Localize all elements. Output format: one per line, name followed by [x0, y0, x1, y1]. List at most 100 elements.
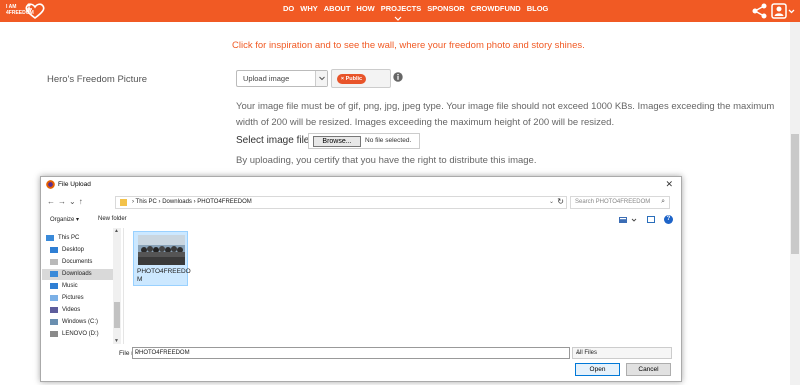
inspiration-link[interactable]: Click for inspiration and to see the wal… [232, 40, 585, 51]
nav-item-label: Music [62, 283, 78, 289]
info-icon[interactable] [393, 72, 403, 82]
file-item[interactable]: PHOTO4FREEDO M [133, 231, 191, 286]
chevron-down-icon[interactable]: ⌄ [135, 349, 566, 356]
nav-item-label: Windows (C:) [62, 319, 99, 325]
nav-item-downloads[interactable]: Downloads [42, 269, 114, 280]
chevron-down-icon[interactable]: ⌄ [576, 349, 668, 356]
nav-about[interactable]: ABOUT [324, 4, 351, 16]
refresh-icon[interactable]: ↻ [557, 197, 564, 206]
nav-sponsor[interactable]: SPONSOR [427, 4, 465, 16]
nav-item-documents[interactable]: Documents [42, 257, 114, 268]
file-requirements-text: Your image file must be of gif, png, jpg… [236, 101, 775, 128]
nav-item-lenovo-d[interactable]: LENOVO (D:) [42, 329, 114, 340]
back-arrow-icon[interactable]: ← [47, 197, 58, 206]
page-scrollbar[interactable] [790, 22, 800, 385]
help-icon[interactable]: ? [664, 215, 673, 224]
upload-type-select[interactable]: Upload image [236, 70, 328, 87]
downloads-icon [50, 271, 58, 277]
site-logo[interactable]: I AM 4FREEDOM [3, 2, 47, 19]
browse-button[interactable]: Browse... [313, 136, 361, 147]
nav-crowdfund[interactable]: CROWDFUND [471, 4, 521, 16]
search-placeholder: Search PHOTO4FREEDOM [575, 199, 651, 205]
certify-text: By uploading, you certify that you have … [236, 155, 537, 166]
close-icon[interactable]: ✕ [665, 179, 673, 190]
chevron-down-icon[interactable]: ⌄ [549, 198, 554, 205]
file-list-pane: PHOTO4FREEDO M [123, 228, 681, 344]
nav-item-videos[interactable]: Videos [42, 305, 114, 316]
nav-blog[interactable]: BLOG [527, 4, 549, 16]
navigation-scrollbar[interactable]: ▲ ▼ [113, 228, 121, 344]
logo-text: I AM 4FREEDOM [6, 4, 34, 16]
firefox-icon [46, 180, 55, 189]
pc-icon [46, 235, 54, 241]
upload-select-value: Upload image [243, 74, 290, 83]
nav-buttons: ←→⌄↑ [47, 197, 86, 206]
drive-icon [50, 331, 58, 337]
nav-item-label: Downloads [62, 271, 92, 277]
drive-icon [50, 319, 58, 325]
nav-item-windows-c[interactable]: Windows (C:) [42, 317, 114, 328]
public-badge[interactable]: × Public [337, 74, 366, 84]
up-arrow-icon[interactable]: ↑ [79, 197, 86, 206]
scroll-up-icon[interactable]: ▲ [114, 228, 119, 234]
address-bar[interactable]: › This PC › Downloads › PHOTO4FREEDOM ⌄ … [115, 196, 567, 209]
open-button[interactable]: Open [575, 363, 620, 376]
photo-thumbnail [138, 235, 185, 265]
chevron-down-icon [319, 76, 325, 81]
music-icon [50, 283, 58, 289]
file-name-input[interactable]: PHOTO4FREEDOM ⌄ [132, 347, 570, 359]
main-nav: DO WHY ABOUT HOW PROJECTS SPONSOR CROWDF… [283, 4, 548, 16]
documents-icon [50, 259, 58, 265]
nav-do[interactable]: DO [283, 4, 294, 16]
pictures-icon [50, 295, 58, 301]
user-menu-icon[interactable] [770, 3, 796, 19]
nav-why[interactable]: WHY [300, 4, 318, 16]
chevron-down-icon[interactable] [393, 15, 403, 22]
search-input[interactable]: Search PHOTO4FREEDOM ⌕ [570, 196, 670, 209]
visibility-toggle[interactable]: × Public [331, 69, 391, 88]
dialog-title-bar[interactable]: File Upload ✕ [41, 177, 681, 193]
recent-dropdown-icon[interactable]: ⌄ [69, 197, 79, 206]
search-icon: ⌕ [661, 198, 665, 205]
preview-pane-icon[interactable] [647, 216, 655, 223]
nav-item-label: LENOVO (D:) [62, 331, 99, 337]
nav-item-label: Videos [62, 307, 81, 313]
organize-button[interactable]: Organize ▾ [50, 216, 79, 223]
scroll-down-icon[interactable]: ▼ [114, 338, 119, 344]
page-scrollbar-thumb[interactable] [791, 134, 799, 254]
select-dropdown-arrow[interactable] [315, 71, 327, 86]
dialog-toolbar: Organize ▾ New folder ? [41, 214, 681, 226]
nav-item-this-pc[interactable]: This PC [42, 233, 114, 244]
select-image-label: Select image file [236, 135, 310, 146]
file-input[interactable]: Browse... No file selected. [308, 133, 420, 149]
hero-picture-label: Hero's Freedom Picture [47, 74, 148, 85]
no-file-text: No file selected. [365, 137, 412, 144]
share-icon[interactable] [752, 3, 768, 19]
folder-icon [120, 199, 127, 206]
forward-arrow-icon[interactable]: → [58, 197, 69, 206]
file-name-row: File name: PHOTO4FREEDOM ⌄ All Files ⌄ [41, 347, 681, 361]
cancel-button[interactable]: Cancel [626, 363, 671, 376]
view-options-icon[interactable] [619, 216, 641, 224]
nav-item-desktop[interactable]: Desktop [42, 245, 114, 256]
top-nav-bar: I AM 4FREEDOM DO WHY ABOUT HOW PROJECTS … [0, 0, 800, 22]
navigation-scrollbar-thumb[interactable] [114, 302, 120, 328]
nav-item-label: This PC [58, 235, 80, 241]
nav-item-label: Pictures [62, 295, 84, 301]
file-item-name: PHOTO4FREEDO M [137, 268, 191, 283]
videos-icon [50, 307, 58, 313]
desktop-icon [50, 247, 58, 253]
nav-item-label: Documents [62, 259, 93, 265]
file-upload-dialog: File Upload ✕ ←→⌄↑ › This PC › Downloads… [40, 176, 682, 382]
breadcrumb[interactable]: › This PC › Downloads › PHOTO4FREEDOM [132, 199, 252, 205]
nav-item-label: Desktop [62, 247, 85, 253]
new-folder-button[interactable]: New folder [98, 216, 127, 222]
heart-figure-icon [25, 3, 45, 19]
file-type-filter[interactable]: All Files ⌄ [572, 347, 672, 359]
nav-item-music[interactable]: Music [42, 281, 114, 292]
nav-item-pictures[interactable]: Pictures [42, 293, 114, 304]
dialog-buttons: Open Cancel [41, 363, 681, 377]
address-row: ←→⌄↑ › This PC › Downloads › PHOTO4FREED… [41, 196, 681, 210]
nav-how[interactable]: HOW [356, 4, 374, 16]
navigation-pane: This PC Desktop Documents Downloads Musi… [42, 228, 122, 344]
